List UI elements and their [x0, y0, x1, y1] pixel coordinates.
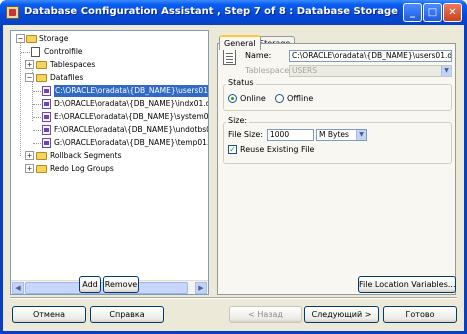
tree-label: D:\ORACLE\oradata\{DB_NAME}\indx01.dbf — [54, 99, 209, 108]
dbca-window: Database Configuration Assistant , Step … — [0, 0, 467, 334]
status-group-title: Status — [226, 78, 256, 87]
chevron-right-icon: > — [364, 310, 372, 319]
tree-connector — [21, 52, 30, 53]
tree-node-controlfile[interactable]: Controlfile — [11, 46, 201, 58]
offline-radio[interactable] — [275, 94, 284, 103]
footer-separator — [10, 297, 457, 299]
chevron-down-icon: ▼ — [441, 66, 451, 76]
remove-button[interactable]: Remove — [103, 276, 139, 293]
dialog-client-area: − Storage Controlfile + Tablespaces − Da… — [3, 25, 464, 331]
size-unit-value: M Bytes — [319, 130, 349, 139]
datafile-icon — [42, 125, 51, 135]
scroll-left-icon[interactable]: ◀ — [12, 282, 24, 294]
file-size-input[interactable]: 1000 — [267, 129, 314, 141]
tree-item-datafile[interactable]: C:\ORACLE\oradata\{DB_NAME}\users01.dbf — [11, 85, 208, 97]
collapse-toggle[interactable]: − — [25, 73, 34, 82]
chevron-left-icon: < — [248, 310, 255, 319]
tablespace-select[interactable]: USERS ▼ — [289, 65, 452, 77]
tree-connector — [33, 91, 41, 92]
datafile-icon — [42, 99, 51, 109]
reuse-existing-checkbox[interactable]: ✓ — [228, 145, 237, 154]
tree-item-datafile[interactable]: F:\ORACLE\oradata\{DB_NAME}\undotbs01.db… — [11, 124, 208, 136]
tree-node-tablespaces[interactable]: + Tablespaces — [11, 59, 201, 71]
window-title: Database Configuration Assistant , Step … — [24, 6, 398, 17]
file-size-label: File Size: — [228, 130, 264, 139]
tree-label: Tablespaces — [50, 60, 96, 69]
tree-item-datafile[interactable]: D:\ORACLE\oradata\{DB_NAME}\indx01.dbf — [11, 98, 208, 110]
tab-general[interactable]: General — [219, 35, 261, 50]
tree-connector — [33, 143, 41, 144]
name-field[interactable]: C:\ORACLE\oradata\{DB_NAME}\users01.dbf — [289, 50, 452, 62]
tree-node-rollback-segments[interactable]: + Rollback Segments — [11, 150, 201, 162]
online-radio[interactable] — [228, 94, 237, 103]
tree-node-datafiles[interactable]: − Datafiles — [11, 72, 201, 84]
tree-label: G:\ORACLE\oradata\{DB_NAME}\temp01.dbf — [54, 138, 209, 147]
back-button[interactable]: < Назад — [229, 306, 302, 323]
tree-label: Datafiles — [50, 73, 84, 82]
next-button[interactable]: Следующий > — [304, 306, 379, 323]
datafile-icon — [42, 112, 51, 122]
tree-label: Storage — [39, 34, 69, 43]
online-label: Online — [240, 94, 266, 103]
close-button[interactable]: ✕ — [443, 3, 462, 22]
tree-label: Controlfile — [44, 47, 83, 56]
tree-connector — [33, 104, 41, 105]
cancel-button[interactable]: Отмена — [12, 306, 86, 323]
title-bar[interactable]: Database Configuration Assistant , Step … — [0, 0, 467, 25]
folder-icon — [36, 61, 47, 69]
tree-node-redo-log-groups[interactable]: + Redo Log Groups — [11, 163, 201, 175]
expand-toggle[interactable]: + — [25, 164, 34, 173]
tree-label: Rollback Segments — [50, 151, 122, 160]
file-location-variables-button[interactable]: File Location Variables... — [358, 276, 456, 293]
add-button[interactable]: Add — [79, 276, 101, 293]
folder-icon — [26, 35, 37, 43]
expand-toggle[interactable]: + — [25, 60, 34, 69]
controlfile-icon — [31, 47, 40, 57]
back-label: Назад — [257, 310, 283, 319]
help-button[interactable]: Справка — [90, 306, 164, 323]
reuse-existing-label: Reuse Existing File — [240, 145, 315, 154]
datafile-properties-icon — [223, 49, 236, 65]
offline-label: Offline — [287, 94, 314, 103]
tree-label-selected: C:\ORACLE\oradata\{DB_NAME}\users01.dbf — [54, 85, 208, 97]
size-unit-select[interactable]: M Bytes ▼ — [316, 129, 367, 141]
tree-connector — [33, 117, 41, 118]
tablespace-label: Tablespace: — [245, 66, 292, 75]
tree-label: Redo Log Groups — [50, 164, 114, 173]
name-label: Name: — [245, 51, 272, 60]
folder-icon — [36, 165, 47, 173]
datafile-icon — [42, 86, 51, 96]
tree-item-datafile[interactable]: G:\ORACLE\oradata\{DB_NAME}\temp01.dbf — [11, 137, 208, 149]
tablespace-value: USERS — [292, 66, 317, 75]
scroll-right-icon[interactable]: ▶ — [195, 282, 207, 294]
oracle-app-icon — [6, 6, 19, 19]
tree-item-datafile[interactable]: E:\ORACLE\oradata\{DB_NAME}\system01.dbf — [11, 111, 208, 123]
tree-label: E:\ORACLE\oradata\{DB_NAME}\system01.dbf — [54, 112, 209, 121]
datafile-icon — [42, 138, 51, 148]
chevron-down-icon: ▼ — [356, 130, 366, 140]
tree-connector — [33, 130, 41, 131]
folder-icon — [36, 152, 47, 160]
tree-node-storage[interactable]: − Storage — [11, 33, 201, 45]
maximize-button[interactable]: □ — [423, 3, 442, 22]
next-label: Следующий — [311, 310, 363, 319]
folder-icon — [36, 74, 47, 82]
size-group-title: Size: — [226, 116, 250, 125]
minimize-button[interactable]: _ — [403, 3, 422, 22]
general-tab-panel: Name: C:\ORACLE\oradata\{DB_NAME}\users0… — [217, 43, 456, 295]
tree-label: F:\ORACLE\oradata\{DB_NAME}\undotbs01.db… — [54, 125, 208, 134]
collapse-toggle[interactable]: − — [16, 34, 25, 43]
storage-tree[interactable]: − Storage Controlfile + Tablespaces − Da… — [10, 30, 209, 295]
expand-toggle[interactable]: + — [25, 151, 34, 160]
finish-button[interactable]: Готово — [383, 306, 457, 323]
